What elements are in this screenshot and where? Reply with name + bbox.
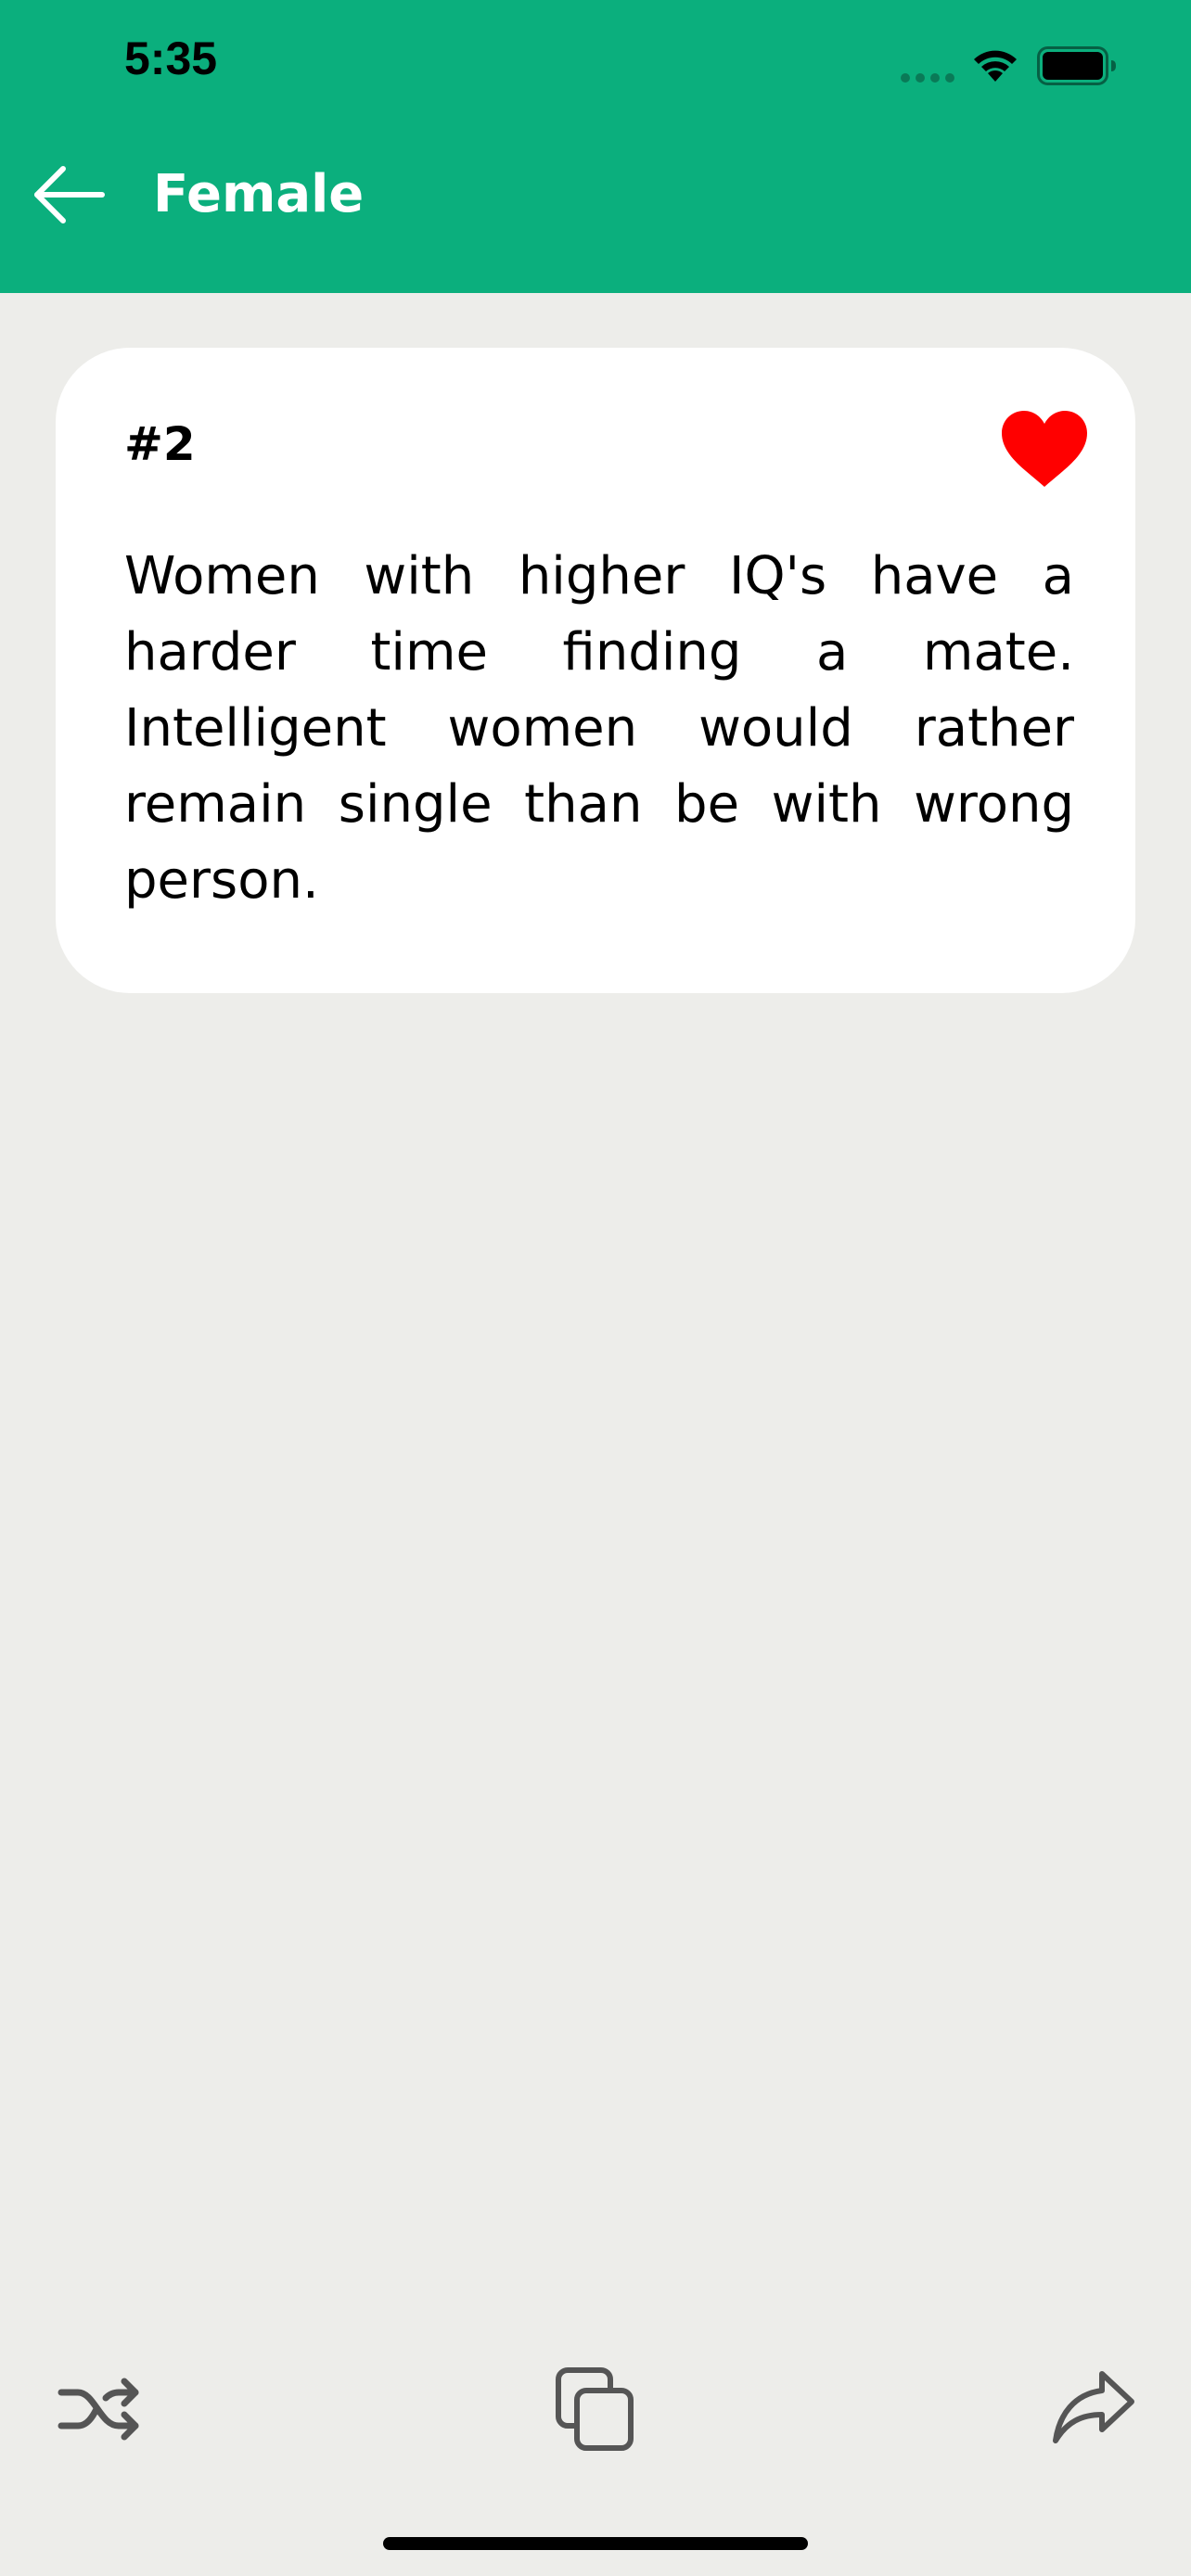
page-title: Female — [153, 164, 365, 224]
shuffle-button[interactable] — [58, 2370, 143, 2448]
wifi-icon — [974, 50, 1017, 82]
app-header: 5:35 Female — [0, 0, 1191, 293]
fact-number: #2 — [124, 417, 196, 471]
shuffle-icon — [58, 2378, 139, 2441]
back-button[interactable] — [28, 158, 111, 232]
copy-icon — [556, 2367, 634, 2451]
fact-text: Women with higher IQ's have a harder tim… — [124, 546, 1074, 911]
signal-dots-icon — [901, 73, 954, 83]
home-indicator — [383, 2537, 808, 2550]
copy-button[interactable] — [555, 2366, 636, 2452]
favorite-button[interactable] — [1000, 409, 1089, 489]
arrow-left-icon — [34, 166, 105, 223]
battery-icon — [1037, 46, 1116, 85]
status-time: 5:35 — [124, 32, 218, 84]
fact-card: #2 Women with higher IQ's have a harder … — [56, 348, 1135, 993]
share-icon — [1053, 2371, 1134, 2443]
share-button[interactable] — [1050, 2368, 1135, 2448]
heart-icon — [1002, 411, 1087, 487]
